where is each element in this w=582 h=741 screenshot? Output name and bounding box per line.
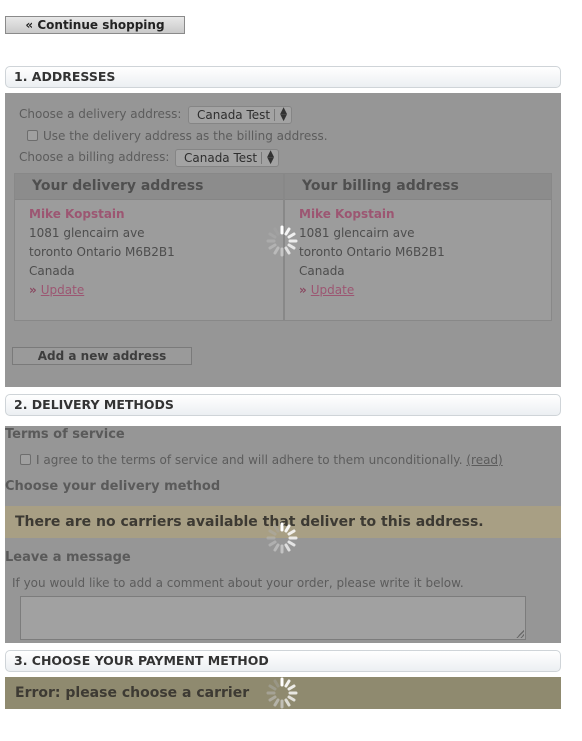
billing-address-name: Mike Kopstain — [299, 207, 395, 221]
delivery-address-box: Your delivery address Mike Kopstain 1081… — [14, 173, 284, 321]
delivery-address-line2: toronto Ontario M6B2B1 — [29, 245, 175, 259]
delivery-address-select-value: Canada Test — [197, 108, 271, 122]
billing-address-line1: 1081 glencairn ave — [299, 226, 415, 240]
delivery-address-line1: 1081 glencairn ave — [29, 226, 145, 240]
billing-address-select[interactable]: Canada Test ▲ ▼ — [175, 149, 279, 167]
billing-address-box: Your billing address Mike Kopstain 1081 … — [284, 173, 552, 321]
billing-address-country: Canada — [299, 264, 345, 278]
double-chevron-icon: » — [29, 283, 37, 297]
delivery-method-heading: Choose your delivery method — [5, 479, 221, 494]
leave-message-heading: Leave a message — [5, 550, 131, 565]
add-new-address-button[interactable]: Add a new address — [12, 347, 192, 365]
terms-text: I agree to the terms of service and will… — [36, 453, 463, 467]
message-hint: If you would like to add a comment about… — [12, 576, 464, 590]
billing-update-link[interactable]: » Update — [299, 283, 354, 297]
same-billing-label: Use the delivery address as the billing … — [43, 129, 328, 143]
billing-address-select-value: Canada Test — [184, 151, 258, 165]
delivery-address-country: Canada — [29, 264, 75, 278]
terms-checkbox[interactable] — [20, 454, 31, 465]
spinner-icon — [266, 522, 298, 554]
billing-address-line2: toronto Ontario M6B2B1 — [299, 245, 445, 259]
billing-address-title: Your billing address — [285, 174, 551, 200]
delivery-address-select[interactable]: Canada Test ▲ ▼ — [188, 106, 292, 124]
delivery-update-link[interactable]: » Update — [29, 283, 84, 297]
terms-read-link[interactable]: (read) — [466, 453, 502, 467]
updown-arrows-icon: ▲ ▼ — [280, 106, 287, 123]
delivery-address-name: Mike Kopstain — [29, 207, 125, 221]
message-textarea[interactable] — [20, 596, 526, 640]
step-payment-header: 3. CHOOSE YOUR PAYMENT METHOD — [5, 650, 561, 672]
resize-grip-icon[interactable] — [516, 630, 524, 638]
spinner-icon — [266, 225, 298, 257]
continue-shopping-button[interactable]: « Continue shopping — [5, 16, 185, 34]
delivery-address-title: Your delivery address — [15, 174, 283, 200]
terms-label: I agree to the terms of service and will… — [36, 453, 503, 467]
terms-heading: Terms of service — [5, 427, 125, 442]
step-delivery-header: 2. DELIVERY METHODS — [5, 394, 561, 416]
delivery-address-label: Choose a delivery address: — [19, 107, 182, 121]
double-chevron-icon: » — [299, 283, 307, 297]
same-billing-checkbox[interactable] — [27, 130, 38, 141]
spinner-icon — [266, 677, 298, 709]
delivery-update-label[interactable]: Update — [41, 283, 84, 297]
billing-update-label[interactable]: Update — [311, 283, 354, 297]
billing-address-label: Choose a billing address: — [19, 150, 170, 164]
step-addresses-header: 1. ADDRESSES — [5, 66, 561, 88]
updown-arrows-icon: ▲ ▼ — [267, 149, 274, 166]
